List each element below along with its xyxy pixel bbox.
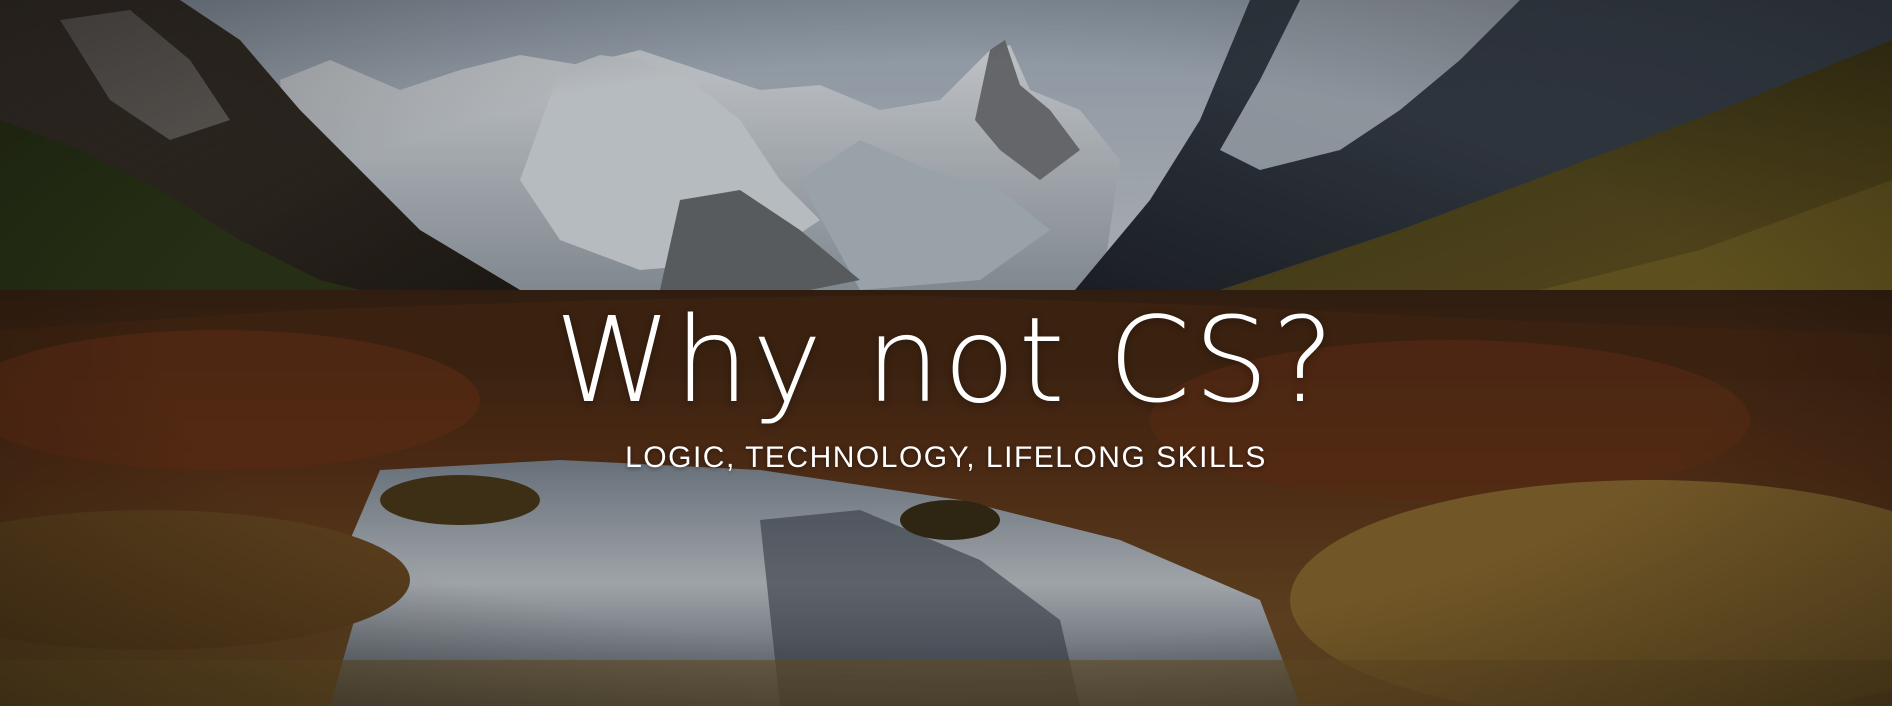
hero-banner: Why not CS? LOGIC, TECHNOLOGY, LIFELONG … (0, 0, 1892, 706)
hero-title: Why not CS? (554, 291, 1338, 429)
hero-subtitle: LOGIC, TECHNOLOGY, LIFELONG SKILLS (625, 441, 1267, 474)
hero-text-block: Why not CS? LOGIC, TECHNOLOGY, LIFELONG … (0, 290, 1892, 478)
